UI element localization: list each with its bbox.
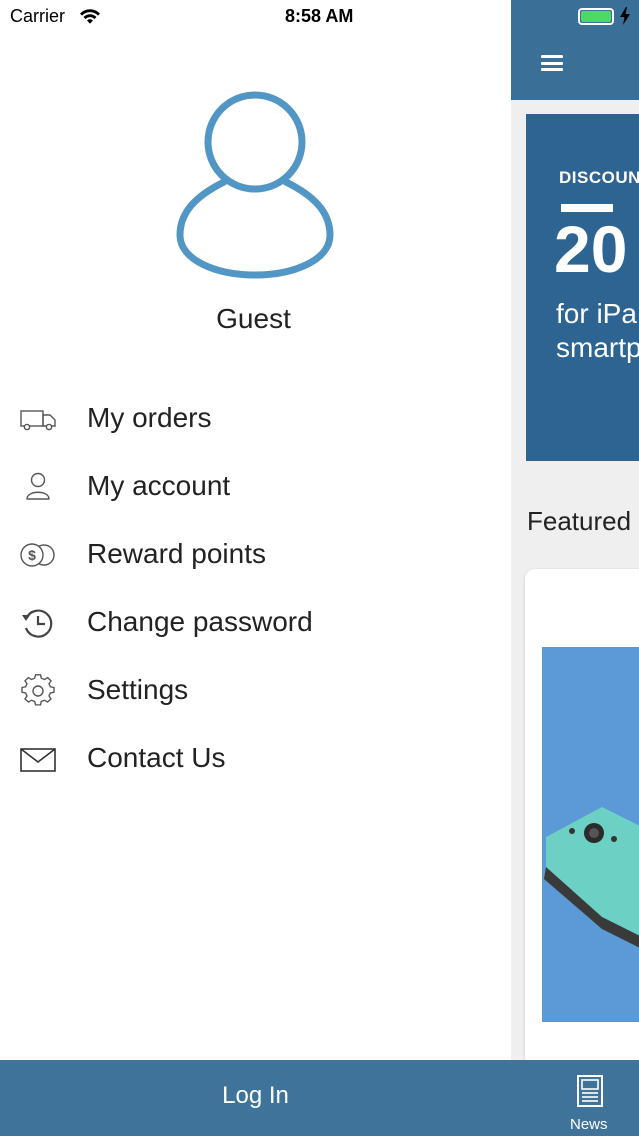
menu-label-reward-points: Reward points [87,538,266,569]
truck-icon [18,402,58,436]
clock-label: 8:58 AM [285,6,354,26]
menu-item-change-password[interactable]: Change password [0,589,511,657]
menu-item-settings[interactable]: Settings [0,657,511,725]
product-image [542,647,639,1022]
banner-line-1: for iPa [556,298,637,329]
tab-news-label: News [570,1116,608,1133]
banner-percentage: 20 [554,212,628,286]
phone-image [544,807,639,948]
tab-news[interactable]: News [511,1060,639,1136]
history-icon [18,606,58,640]
side-drawer: Guest My orders My account $ Reward poin… [0,0,511,1136]
menu-label-change-password: Change password [87,606,313,637]
username-label: Guest [0,303,511,335]
user-icon [18,470,58,504]
wifi-icon [79,7,101,30]
username-text: Guest [216,303,291,334]
guest-avatar-icon [176,88,334,283]
banner-line-2: smartp [556,332,639,363]
menu-item-my-orders[interactable]: My orders [0,385,511,453]
status-bar: Carrier 8:58 AM [0,0,639,34]
menu-label-my-orders: My orders [87,402,212,433]
featured-product-card[interactable] [525,569,639,1069]
newspaper-icon [577,1075,603,1107]
menu-item-reward-points[interactable]: $ Reward points [0,521,511,589]
charging-bolt-icon [620,7,630,30]
envelope-icon [18,742,58,776]
svg-text:$: $ [28,547,36,563]
featured-heading: Featured [527,506,632,536]
menu-label-my-account: My account [87,470,231,501]
menu-label-contact-us: Contact Us [87,742,226,773]
banner-dash [561,204,613,212]
login-button[interactable]: Log In [0,1060,511,1136]
login-label: Log In [222,1082,289,1109]
battery-icon [578,8,614,25]
menu-label-settings: Settings [87,674,189,705]
banner-title: DISCOUN [559,168,639,187]
menu-item-my-account[interactable]: My account [0,453,511,521]
coins-icon: $ [18,538,58,572]
discount-banner[interactable]: DISCOUN 20 for iPa smartp [526,114,639,461]
gear-icon [18,674,58,708]
hamburger-menu-icon[interactable] [541,54,563,72]
menu-item-contact-us[interactable]: Contact Us [0,725,511,793]
carrier-label: Carrier [10,6,66,26]
